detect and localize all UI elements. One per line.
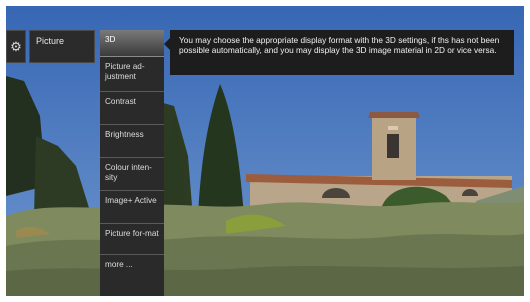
menu-item-label: Brightness — [105, 130, 144, 139]
settings-menu: 3D Picture ad-justment Contrast Brightne… — [100, 30, 164, 296]
menu-item-contrast[interactable]: Contrast — [100, 92, 164, 125]
settings-tab[interactable]: ⚙ — [6, 30, 26, 63]
menu-item-label: 3D — [105, 35, 116, 44]
menu-item-more[interactable]: more ... — [100, 255, 164, 286]
menu-item-label: Contrast — [105, 97, 136, 106]
breadcrumb-label: Picture — [36, 36, 65, 46]
info-box: You may choose the appropriate display f… — [170, 30, 514, 75]
menu-item-label: more ... — [105, 260, 133, 269]
menu-item-3d[interactable]: 3D — [100, 30, 164, 57]
breadcrumb[interactable]: Picture — [29, 30, 95, 63]
gear-icon: ⚙ — [10, 39, 22, 54]
tv-screen: ⚙ Picture 3D Picture ad-justment Contras… — [6, 6, 524, 296]
menu-item-colour-intensity[interactable]: Colour inten-sity — [100, 158, 164, 191]
menu-item-label: Picture ad-justment — [105, 62, 145, 81]
menu-item-label: Image+ Active — [105, 196, 157, 205]
info-text: You may choose the appropriate display f… — [179, 35, 500, 56]
menu-item-picture-format[interactable]: Picture for-mat — [100, 224, 164, 255]
menu-item-label: Picture for-mat — [105, 229, 159, 238]
menu-item-image-active[interactable]: Image+ Active — [100, 191, 164, 224]
menu-item-brightness[interactable]: Brightness — [100, 125, 164, 158]
menu-item-picture-adjustment[interactable]: Picture ad-justment — [100, 57, 164, 92]
menu-item-label: Colour inten-sity — [105, 163, 152, 182]
